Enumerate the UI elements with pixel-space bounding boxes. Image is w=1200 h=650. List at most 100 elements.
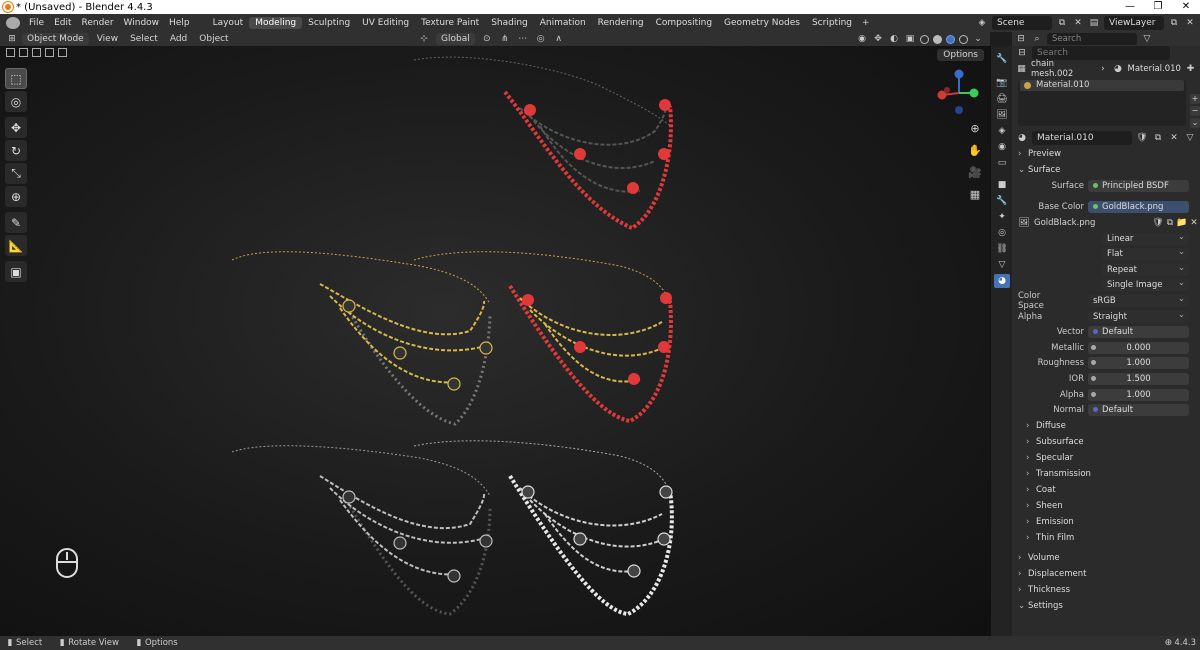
subpanel-specular[interactable]: › Specular [1012,450,1200,466]
surface-shader-field[interactable]: Principled BSDF [1088,179,1189,192]
pin-icon[interactable]: ✚ [1185,63,1196,75]
tab-rendering[interactable]: Rendering [592,17,650,29]
alpha-field[interactable]: 1.000 [1088,388,1189,401]
rendered-shading-button[interactable] [959,34,968,44]
necklace-models[interactable] [0,46,990,636]
menu-view[interactable]: View [93,34,122,44]
material-name-field[interactable]: Material.010 [1032,131,1132,145]
overlay-icon[interactable]: ◐ [888,33,900,45]
menu-help[interactable]: Help [164,18,195,28]
section-displacement[interactable]: › Displacement [1012,566,1200,582]
tab-layout[interactable]: Layout [207,17,250,29]
unlink-image-icon[interactable]: ✕ [1188,217,1200,229]
tool-tab-icon[interactable]: 🔧 [994,52,1010,66]
new-view-layer-icon[interactable]: ⧉ [1168,17,1180,29]
remove-slot-button[interactable]: − [1190,106,1200,116]
view-layer-selector[interactable]: ViewLayer [1104,16,1164,30]
editor-type-icon[interactable]: ⊟ [1015,33,1027,45]
tab-modeling[interactable]: Modeling [249,17,303,29]
output-tab-icon[interactable]: 🖨 [994,92,1010,106]
extension-dropdown[interactable]: Repeat [1102,262,1189,276]
collection-tab-icon[interactable]: ▭ [994,156,1010,170]
scene-selector[interactable]: Scene [992,16,1052,30]
menu-file[interactable]: File [24,18,49,28]
gizmo-icon[interactable]: ✥ [872,33,884,45]
base-color-texture-field[interactable]: GoldBlack.png [1088,201,1189,214]
visibility-icon[interactable]: ◉ [856,33,868,45]
color-space-dropdown[interactable]: sRGB [1088,293,1189,307]
section-preview[interactable]: › Preview [1012,146,1200,162]
browse-material-icon[interactable]: ◕ [1016,132,1028,144]
tab-shading[interactable]: Shading [485,17,534,29]
subpanel-diffuse[interactable]: › Diffuse [1012,418,1200,434]
snap-icon[interactable]: ⋔ [499,33,511,45]
slot-menu-button[interactable]: ⌄ [1190,118,1200,128]
modifier-tab-icon[interactable]: 🔧 [994,194,1010,208]
view-layer-tab-icon[interactable]: 🖼 [994,108,1010,122]
tab-uv-editing[interactable]: UV Editing [356,17,415,29]
pivot-icon[interactable]: ⊙ [481,33,493,45]
tab-geometry-nodes[interactable]: Geometry Nodes [718,17,806,29]
menu-window[interactable]: Window [119,18,165,28]
maximize-button[interactable]: ❐ [1144,0,1172,14]
link-type-icon[interactable]: ▽ [1184,132,1196,144]
tab-texture-paint[interactable]: Texture Paint [415,17,485,29]
3d-viewport[interactable]: ⬚ ◎ ✥ ↻ ⤡ ⊕ ✎ 📐 ▣ Options ⊕ ✋ 🎥 ▦ [0,46,990,636]
properties-search-input[interactable]: Search [1047,33,1137,45]
blender-menu-icon[interactable] [6,17,20,29]
normal-field[interactable]: Default [1088,404,1189,417]
metallic-field[interactable]: 0.000 [1088,341,1189,354]
duplicate-material-icon[interactable]: ⧉ [1152,132,1164,144]
menu-add[interactable]: Add [166,34,191,44]
vector-field[interactable]: Default [1088,326,1189,339]
delete-scene-icon[interactable]: ✕ [1072,17,1084,29]
wireframe-shading-button[interactable] [920,34,929,44]
interpolation-dropdown[interactable]: Linear [1102,231,1189,245]
falloff-icon[interactable]: ∧ [553,33,565,45]
unlink-material-icon[interactable]: ✕ [1168,132,1180,144]
tab-sculpting[interactable]: Sculpting [302,17,356,29]
xray-icon[interactable]: ▣ [904,33,916,45]
menu-render[interactable]: Render [77,18,119,28]
roughness-field[interactable]: 1.000 [1088,357,1189,370]
scene-tab-icon[interactable]: ◈ [994,124,1010,138]
section-volume[interactable]: › Volume [1012,550,1200,566]
solid-shading-button[interactable] [933,34,942,44]
subpanel-thin-film[interactable]: › Thin Film [1012,530,1200,546]
physics-tab-icon[interactable]: ◎ [994,226,1010,240]
editor-type-icon[interactable]: ⊟ [1016,47,1028,59]
fake-user-icon[interactable]: 🛡 [1136,132,1148,144]
source-dropdown[interactable]: Single Image [1102,277,1189,292]
constraints-tab-icon[interactable]: ⛓ [994,242,1010,256]
add-workspace-button[interactable]: + [858,18,874,28]
subpanel-transmission[interactable]: › Transmission [1012,466,1200,482]
tab-animation[interactable]: Animation [534,17,592,29]
image-icon[interactable]: 🖼 [1018,217,1030,229]
panel-search-input[interactable]: Search [1032,46,1170,60]
proportional-edit-icon[interactable]: ◎ [535,33,547,45]
material-tab-icon[interactable]: ◕ [994,274,1010,288]
render-tab-icon[interactable]: 📷 [994,76,1010,90]
subpanel-subsurface[interactable]: › Subsurface [1012,434,1200,450]
open-image-icon[interactable]: 📁 [1176,217,1188,229]
add-slot-button[interactable]: + [1190,94,1200,104]
section-thickness[interactable]: › Thickness [1012,582,1200,598]
filter-icon[interactable]: ▽ [1141,33,1153,45]
necklace-silver-dark[interactable] [231,445,493,616]
world-tab-icon[interactable]: ◉ [994,140,1010,154]
material-slot[interactable]: Material.010 [1020,80,1184,91]
particles-tab-icon[interactable]: ✦ [994,210,1010,224]
section-settings[interactable]: ⌄ Settings [1012,598,1200,614]
mode-selector[interactable]: Object Mode [22,33,89,45]
projection-dropdown[interactable]: Flat [1102,246,1189,261]
section-surface[interactable]: ⌄ Surface [1012,162,1200,178]
ior-field[interactable]: 1.500 [1088,372,1189,385]
orientation-selector[interactable]: Global [436,33,475,45]
data-tab-icon[interactable]: ▽ [994,258,1010,272]
image-name[interactable]: GoldBlack.png [1030,218,1152,228]
menu-edit[interactable]: Edit [49,18,76,28]
tab-compositing[interactable]: Compositing [650,17,718,29]
minimize-button[interactable]: — [1116,0,1144,14]
shading-options-icon[interactable]: ⌄ [972,33,984,45]
necklace-gold-dark[interactable] [231,251,493,426]
